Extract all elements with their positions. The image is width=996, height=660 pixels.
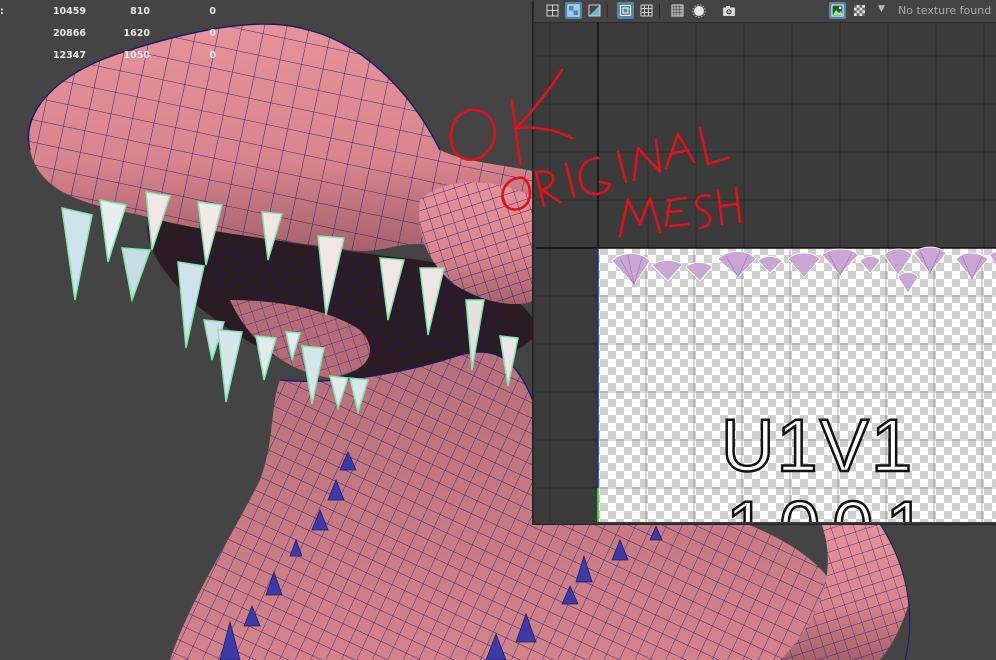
dropdown-caret-icon[interactable]: ▼ — [878, 4, 885, 14]
hud-value-selected: 810 — [130, 6, 150, 17]
uv-tile-label: U1V1 — [721, 404, 914, 487]
hud-row-verts: : 10459 810 0 — [0, 6, 240, 28]
toolbar-separator — [659, 4, 660, 18]
image-display-icon[interactable] — [829, 2, 846, 19]
hud-value-selected: 1620 — [123, 28, 150, 39]
texture-status-label: No texture found — [898, 4, 992, 17]
hud-value-uv: 0 — [209, 50, 216, 61]
uv-grid-icon[interactable] — [544, 2, 561, 19]
uv-shell-icon[interactable] — [565, 2, 582, 19]
hud-value-uv: 0 — [209, 28, 216, 39]
poly-count-hud: : 10459 810 0 20866 1620 0 12347 1050 0 — [0, 6, 240, 72]
uv-editor-toolbar: ▼ No texture found — [534, 0, 996, 23]
hud-value-object: 20866 — [52, 28, 86, 39]
uv-shaded-icon[interactable] — [586, 2, 603, 19]
pixel-snap-icon[interactable] — [669, 2, 686, 19]
hud-value-uv: 0 — [209, 6, 216, 17]
uv-tile-number: 1001 — [726, 486, 939, 522]
grid-toggle-icon[interactable] — [638, 2, 655, 19]
shading-sphere-icon[interactable] — [690, 2, 707, 19]
toolbar-separator — [607, 4, 608, 18]
snapshot-icon[interactable] — [720, 2, 737, 19]
hud-row-faces: 12347 1050 0 — [0, 50, 240, 72]
hud-value-object: 10459 — [52, 6, 86, 17]
hud-row-edges: 20866 1620 0 — [0, 28, 240, 50]
checker-icon[interactable] — [851, 2, 868, 19]
hud-value-object: 12347 — [52, 50, 86, 61]
uv-editor-panel[interactable]: ▼ No texture found U1V1 — [533, 0, 996, 524]
uv-canvas[interactable]: U1V1 1001 — [536, 23, 996, 522]
wireframe-toggle-icon[interactable] — [617, 2, 634, 19]
hud-label: : — [0, 6, 4, 17]
hud-value-selected: 1050 — [123, 50, 150, 61]
uv-grid[interactable]: U1V1 1001 — [536, 23, 996, 522]
